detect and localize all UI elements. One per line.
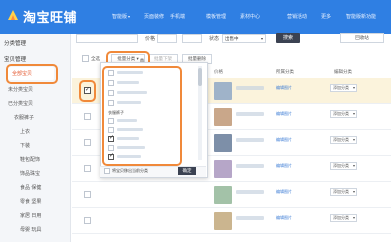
item-thumbnail[interactable] [214,108,232,126]
logo-icon [8,10,18,20]
chevron-down-icon: ▾ [352,163,355,168]
status-value: 出售中 [225,36,239,41]
select-all-label: 全选 [91,56,100,61]
sidebar-item[interactable]: 鞋包配饰 [20,156,40,163]
sidebar-group-category[interactable]: 分类管理 [4,39,26,47]
chevron-down-icon: ▾ [352,137,355,142]
edit-image-link[interactable]: 编辑图片 [276,215,292,221]
item-title[interactable] [236,112,264,116]
column-header-category: 所属分类 [276,69,294,74]
sidebar-item[interactable]: 已分类宝贝 [8,100,33,107]
row-checkbox[interactable] [84,139,91,146]
nav-new-features[interactable]: 智能版新功能 [346,13,376,20]
sidebar-item[interactable]: 零食 坚果 [20,198,41,205]
nav-material[interactable]: 素材中心 [240,13,260,20]
item-title[interactable] [236,86,264,90]
price-max-input[interactable] [182,34,202,43]
edit-image-link[interactable]: 编辑图片 [276,163,292,169]
edit-image-link[interactable]: 编辑图片 [276,85,292,91]
row-checkbox[interactable] [84,217,91,224]
sidebar-item[interactable]: 下装 [20,142,30,149]
trash-button[interactable]: 回收站 [340,33,384,43]
status-select[interactable]: 出售中 ▾ [222,34,266,43]
nav-page-decoration[interactable]: 页面装修 [144,13,164,20]
item-title[interactable] [236,216,264,220]
chevron-down-icon: ▾ [260,36,263,41]
logo-text[interactable]: 淘宝旺铺 [23,7,77,26]
nav-template[interactable]: 模板管理 [206,13,226,20]
move-out-checkbox[interactable] [104,168,110,174]
chevron-down-icon: ▾ [352,85,355,90]
nav-marketing[interactable]: 营销活动 [287,13,307,20]
edit-image-link[interactable]: 编辑图片 [276,137,292,143]
add-category-select[interactable]: 添加分类 ▾ [330,162,357,170]
edit-image-link[interactable]: 编辑图片 [276,189,292,195]
row-checkbox[interactable] [84,165,91,172]
item-thumbnail[interactable] [214,212,232,230]
row-checkbox[interactable] [84,191,91,198]
item-thumbnail[interactable] [214,134,232,152]
item-title[interactable] [236,138,264,142]
sidebar-item[interactable]: 衣服裤子 [14,114,34,121]
item-title[interactable] [236,190,264,194]
chevron-down-icon: ▾ [128,14,131,19]
price-label: 价格 [145,36,156,42]
select-all-checkbox[interactable] [82,55,89,62]
sidebar-item[interactable]: 未分类宝贝 [8,86,33,93]
row-checkbox[interactable] [84,113,91,120]
sidebar-item[interactable]: 母婴 玩具 [20,226,41,233]
search-button[interactable]: 搜索 [276,33,300,43]
add-category-select[interactable]: 添加分类 ▾ [330,188,357,196]
sidebar-item[interactable]: 上衣 [20,128,30,135]
highlight-category-list [102,66,182,166]
add-category-select[interactable]: 添加分类 ▾ [330,84,357,92]
add-category-select[interactable]: 添加分类 ▾ [330,110,357,118]
item-thumbnail[interactable] [214,160,232,178]
chevron-down-icon: ▾ [352,111,355,116]
status-label: 状态 [209,36,220,42]
highlight-row-checkbox [79,80,96,102]
price-min-input[interactable] [157,34,177,43]
add-category-select[interactable]: 添加分类 ▾ [330,136,357,144]
sidebar-item[interactable]: 饰品珠宝 [20,170,40,177]
sidebar-group-items[interactable]: 宝贝管理 [4,55,26,63]
nav-more[interactable]: 更多 [321,13,331,20]
chevron-down-icon: ▾ [352,215,355,220]
move-out-label: 将宝贝移出当前分类 [112,168,148,173]
item-thumbnail[interactable] [214,82,232,100]
nav-mobile[interactable]: 手机端 [170,13,185,20]
keyword-input[interactable] [76,34,138,43]
highlight-all-items [6,64,58,84]
sidebar-item[interactable]: 家居 日用 [20,212,41,219]
chevron-down-icon: ▾ [352,189,355,194]
sidebar-item[interactable]: 食品 保健 [20,184,41,191]
column-header-edit: 编辑分类 [334,69,352,74]
nav-version[interactable]: 智能版▾ [112,13,130,20]
confirm-button[interactable]: 确定 [178,167,196,175]
edit-image-link[interactable]: 编辑图片 [276,111,292,117]
item-title[interactable] [236,164,264,168]
add-category-select[interactable]: 添加分类 ▾ [330,214,357,222]
column-header-price: 价格 [214,69,223,74]
item-thumbnail[interactable] [214,186,232,204]
dropdown-scroll-thumb[interactable] [198,68,202,86]
